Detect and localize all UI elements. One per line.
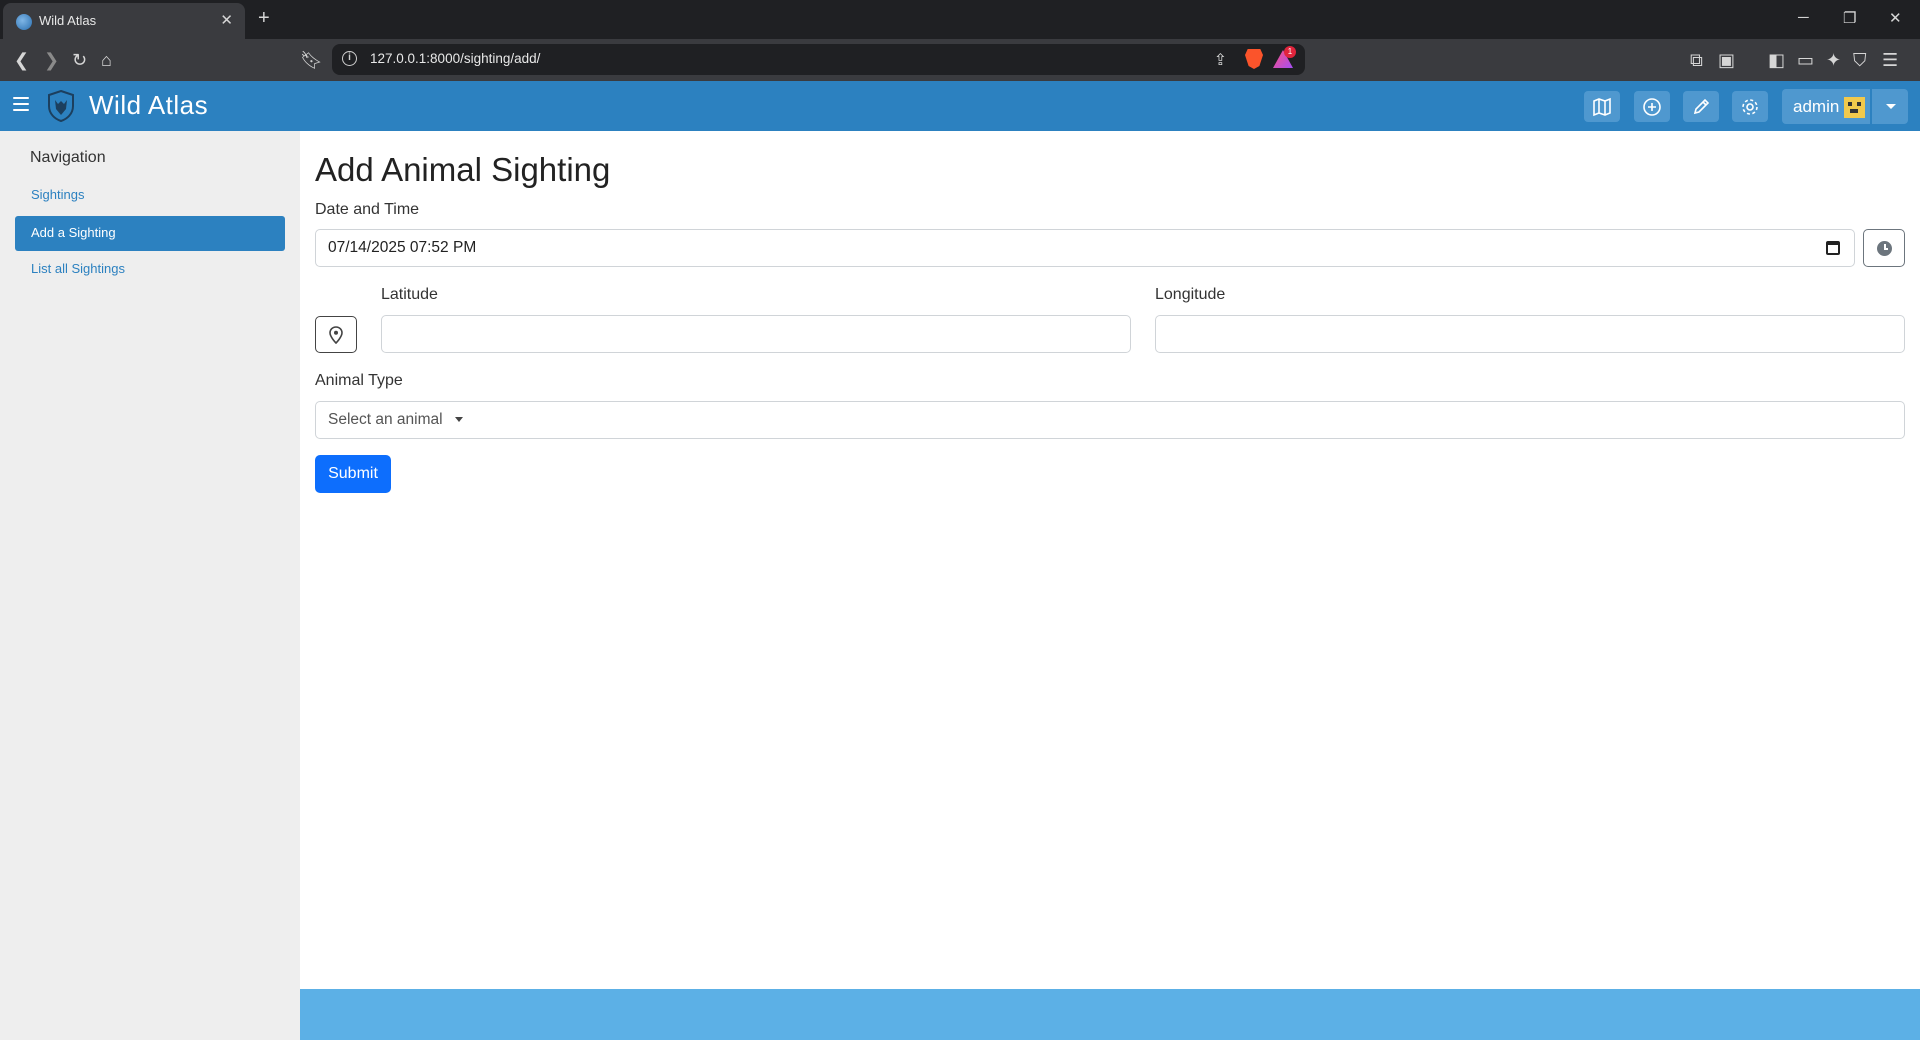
add-button[interactable] — [1634, 91, 1670, 122]
address-bar[interactable]: i 127.0.0.1:8000/sighting/add/ ⇪ 1 — [332, 44, 1305, 75]
latitude-label: Latitude — [381, 286, 438, 303]
pencil-icon — [1693, 98, 1710, 114]
user-dropdown-toggle[interactable] — [1872, 89, 1908, 124]
forward-icon[interactable]: ❯ — [44, 48, 59, 72]
browser-toolbar: ❮ ❯ ↻ ⌂ 🔖︎ i 127.0.0.1:8000/sighting/add… — [0, 39, 1920, 81]
reader-mode-icon[interactable]: ▣ — [1718, 48, 1735, 72]
main-content: Add Animal Sighting Date and Time 07/14/… — [300, 131, 1920, 989]
back-icon[interactable]: ❮ — [14, 48, 29, 72]
site-info-icon[interactable]: i — [342, 51, 357, 66]
datetime-input[interactable]: 07/14/2025 07:52 PM — [315, 229, 1855, 267]
sidebar-heading: Navigation — [30, 149, 106, 166]
datetime-value: 07/14/2025 07:52 PM — [328, 239, 477, 256]
username-label: admin — [1793, 97, 1840, 116]
sidebar-toggle-icon[interactable]: ◧ — [1768, 48, 1785, 72]
plus-circle-icon — [1643, 97, 1661, 116]
globe-favicon-icon — [16, 14, 32, 30]
close-tab-icon[interactable]: ✕ — [220, 11, 233, 29]
animal-select-placeholder: Select an animal — [328, 411, 443, 428]
home-icon[interactable]: ⌂ — [101, 48, 112, 72]
menu-icon[interactable]: ☰ — [1882, 48, 1898, 72]
app-navbar: Wild Atlas admin — [0, 81, 1920, 131]
restore-icon[interactable]: ❐ — [1843, 9, 1856, 27]
browser-tab-bar: Wild Atlas ✕ + ─ ❐ ✕ — [0, 0, 1920, 39]
page-title: Add Animal Sighting — [315, 151, 611, 188]
sidebar: Navigation Sightings Add a Sighting List… — [0, 131, 300, 1040]
share-icon[interactable]: ⇪ — [1214, 50, 1227, 70]
longitude-label: Longitude — [1155, 286, 1226, 303]
settings-button[interactable] — [1732, 91, 1768, 122]
get-location-button[interactable] — [315, 316, 357, 353]
reload-icon[interactable]: ↻ — [72, 48, 87, 72]
map-icon — [1593, 97, 1611, 116]
url-text[interactable]: 127.0.0.1:8000/sighting/add/ — [370, 51, 540, 66]
tab-title: Wild Atlas — [39, 13, 97, 28]
leo-ai-icon[interactable]: ✦ — [1826, 48, 1841, 72]
latitude-input[interactable] — [381, 315, 1131, 353]
sidebar-item-sightings[interactable]: Sightings — [15, 178, 285, 213]
user-menu-button[interactable]: admin — [1782, 89, 1870, 124]
new-tab-button[interactable]: + — [258, 7, 270, 30]
minimize-icon[interactable]: ─ — [1798, 9, 1809, 26]
submit-button[interactable]: Submit — [315, 455, 391, 493]
animal-type-select[interactable]: Select an animal — [315, 401, 1905, 439]
datetime-label: Date and Time — [315, 201, 420, 218]
edit-button[interactable] — [1683, 91, 1719, 122]
calendar-icon[interactable] — [1826, 241, 1840, 255]
close-window-icon[interactable]: ✕ — [1889, 9, 1902, 27]
longitude-input[interactable] — [1155, 315, 1905, 353]
footer — [300, 989, 1920, 1040]
sidebar-item-list-sightings[interactable]: List all Sightings — [15, 252, 285, 287]
set-current-time-button[interactable] — [1863, 229, 1905, 267]
map-pin-icon — [329, 325, 343, 344]
vpn-icon[interactable]: ⛉ — [1853, 48, 1867, 72]
map-view-button[interactable] — [1584, 91, 1620, 122]
browser-tab[interactable]: Wild Atlas ✕ — [3, 3, 245, 39]
avatar — [1844, 97, 1865, 118]
brand-title[interactable]: Wild Atlas — [89, 90, 208, 121]
brave-shields-icon[interactable] — [1245, 49, 1263, 69]
sidebar-item-add-sighting[interactable]: Add a Sighting — [15, 216, 285, 251]
animal-type-label: Animal Type — [315, 372, 403, 389]
extensions-icon[interactable]: ⧉ — [1690, 48, 1703, 72]
bookmark-icon[interactable]: 🔖︎ — [300, 48, 323, 72]
wallet-icon[interactable]: ▭ — [1797, 48, 1814, 72]
hamburger-menu-icon[interactable] — [13, 97, 29, 111]
notification-badge: 1 — [1284, 46, 1296, 58]
clock-icon — [1877, 241, 1892, 256]
wild-atlas-logo-icon[interactable] — [47, 90, 75, 122]
caret-down-icon — [454, 417, 463, 423]
gear-icon — [1742, 98, 1758, 115]
